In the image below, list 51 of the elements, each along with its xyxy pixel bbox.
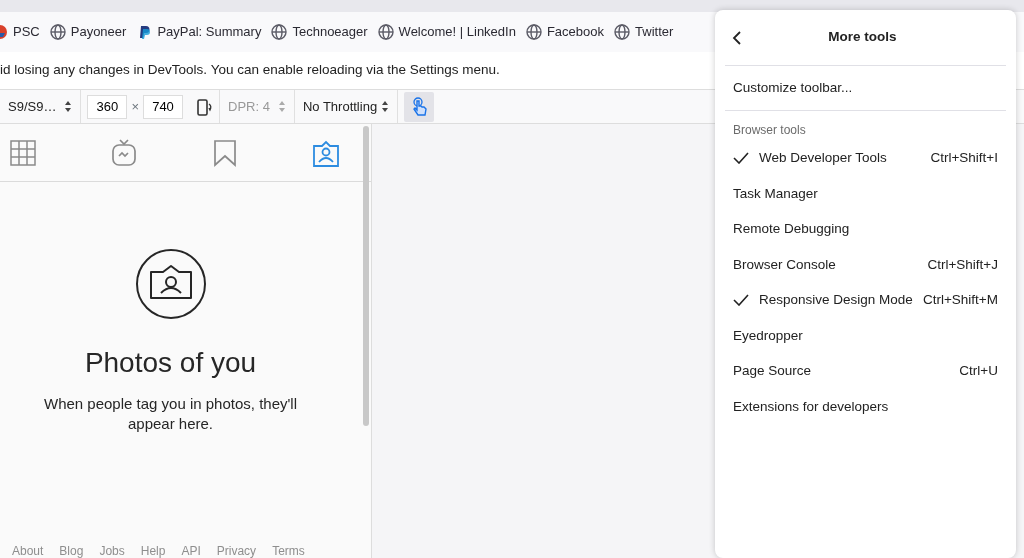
up-down-arrows-icon (277, 100, 286, 113)
times-sign: × (131, 97, 139, 116)
hand-pointer-icon (410, 96, 429, 117)
empty-state-title: Photos of you (84, 346, 257, 380)
shortcut-text: Ctrl+Shift+J (927, 255, 998, 274)
menu-item[interactable]: Task Manager (725, 176, 1006, 212)
menu-item[interactable]: Customize toolbar... (725, 70, 1006, 106)
bookmark-link[interactable]: PayPal: Summary (136, 22, 262, 42)
menu-item[interactable]: Browser Console Ctrl+Shift+J (725, 247, 1006, 283)
bookmark-link[interactable]: Twitter (614, 22, 674, 42)
section-heading: Browser tools (732, 121, 807, 139)
menu-item[interactable]: Web Developer Tools Ctrl+Shift+I (725, 140, 1006, 176)
globe-icon (49, 24, 66, 40)
rotate-button[interactable] (195, 97, 213, 116)
width-field[interactable]: 360 (87, 94, 128, 119)
bookmark-link[interactable]: PSC (0, 22, 40, 42)
menu-item[interactable]: Responsive Design Mode Ctrl+Shift+M (725, 282, 1006, 318)
device-select[interactable]: S9/S9… (6, 96, 75, 117)
up-down-arrows-icon (381, 100, 390, 113)
shortcut-text: Ctrl+U (959, 362, 998, 381)
bookmark-link[interactable]: Welcome! | LinkedIn (377, 22, 516, 42)
grid-icon (8, 137, 38, 168)
menu-title: More tools (827, 28, 898, 47)
globe-icon (525, 24, 542, 40)
globe-icon (377, 24, 394, 40)
bookmark-link[interactable]: Technoeager (271, 22, 368, 42)
notification-text: id losing any changes in DevTools. You can enable reloading via the Settings menu. (0, 61, 500, 80)
touch-toggle[interactable] (404, 91, 435, 122)
menu-item[interactable]: Extensions for developers (725, 389, 1006, 425)
check-icon (733, 294, 749, 307)
scrollbar-thumb[interactable] (363, 126, 369, 426)
menu-item[interactable]: Eyedropper (725, 318, 1006, 354)
throttling-select[interactable]: No Throttling (300, 96, 392, 117)
tv-icon (109, 137, 139, 168)
empty-state-message: When people tag you in photos, they'll appear here. (43, 394, 298, 435)
profile-tab[interactable] (8, 137, 38, 168)
profile-tab[interactable] (109, 137, 139, 168)
up-down-arrows-icon (64, 100, 73, 113)
globe-icon (614, 24, 630, 40)
shortcut-text: Ctrl+Shift+I (930, 149, 998, 168)
bookmark-link[interactable]: Payoneer (49, 22, 127, 42)
menu-item[interactable]: Remote Debugging (725, 211, 1006, 247)
shortcut-text: Ctrl+Shift+M (922, 291, 998, 310)
check-icon (733, 152, 749, 165)
phone-rotate-icon (195, 97, 213, 116)
menu-item[interactable]: Page Source Ctrl+U (725, 353, 1006, 389)
person-tag-circle-icon (134, 248, 207, 320)
bookmark-link[interactable]: Facebook (525, 22, 604, 42)
chevron-left-icon (731, 29, 743, 46)
height-field[interactable]: 740 (143, 94, 183, 119)
globe-icon (271, 24, 288, 40)
